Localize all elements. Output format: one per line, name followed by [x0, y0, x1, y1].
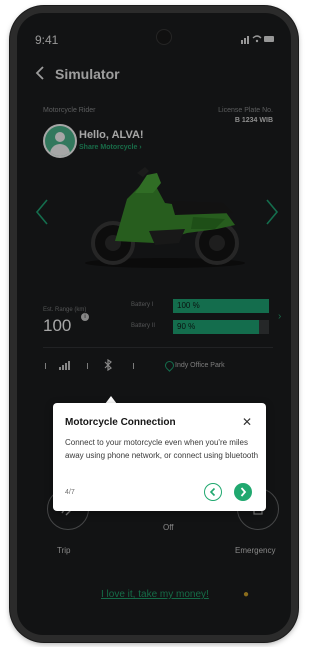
plate-label: License Plate No. — [218, 107, 273, 114]
power-label: Off — [163, 523, 174, 532]
separator — [45, 363, 46, 369]
purchase-link[interactable]: I love it, take my money! — [101, 589, 261, 600]
signal-icon — [59, 361, 70, 370]
close-icon[interactable]: ✕ — [242, 415, 252, 429]
battery-1-value: 100 % — [177, 301, 200, 310]
tooltip-body: Connect to your motorcycle even when you… — [65, 438, 259, 460]
greeting: Hello, ALVA! — [79, 129, 144, 141]
avatar — [43, 124, 77, 158]
location-label: Indy Office Park — [175, 362, 225, 369]
battery-2-label: Battery II — [131, 323, 156, 329]
divider — [43, 347, 273, 348]
next-motorcycle-icon[interactable] — [265, 198, 279, 226]
separator — [87, 363, 88, 369]
battery-2-bar: 90 % — [173, 320, 269, 334]
tooltip-title: Motorcycle Connection — [65, 417, 176, 428]
chevron-left-icon — [209, 487, 216, 497]
bluetooth-icon — [104, 359, 112, 371]
tooltip-step: 4/7 — [65, 489, 75, 496]
status-icons — [241, 34, 275, 47]
page-title: Simulator — [55, 66, 120, 82]
share-motorcycle-link[interactable]: Share Motorcycle › — [79, 144, 142, 151]
location-pin-icon — [163, 359, 176, 372]
next-button[interactable] — [234, 483, 252, 501]
battery-1-bar: 100 % — [173, 299, 269, 313]
separator — [133, 363, 134, 369]
prev-motorcycle-icon[interactable] — [35, 198, 49, 226]
battery-2-value: 90 % — [177, 322, 196, 331]
previous-button[interactable] — [204, 483, 222, 501]
plate-number: B 1234 WIB — [234, 117, 273, 124]
share-label: Share Motorcycle — [79, 144, 138, 151]
onboarding-tooltip: Motorcycle Connection ✕ Connect to your … — [53, 403, 266, 511]
money-bag-icon: ● — [243, 589, 250, 600]
rider-label: Motorcycle Rider — [43, 107, 96, 114]
info-icon[interactable]: i — [81, 313, 89, 321]
chevron-right-icon — [240, 487, 247, 497]
emergency-label: Emergency — [235, 546, 276, 555]
motorcycle-image — [85, 167, 245, 268]
battery-details-icon[interactable]: › — [278, 311, 281, 322]
status-time: 9:41 — [35, 33, 59, 47]
signal-wifi-battery-icon — [241, 35, 274, 44]
trip-label: Trip — [57, 546, 71, 555]
chevron-left-icon[interactable] — [35, 65, 45, 86]
status-bar: 9:41 — [35, 33, 275, 49]
app-screen: 9:41 Simulator Motorcycle Rider License … — [17, 13, 291, 635]
range-value: 100 — [43, 316, 72, 335]
battery-1-label: Battery I — [131, 302, 154, 308]
range-label: Est. Range (km) — [43, 307, 87, 313]
